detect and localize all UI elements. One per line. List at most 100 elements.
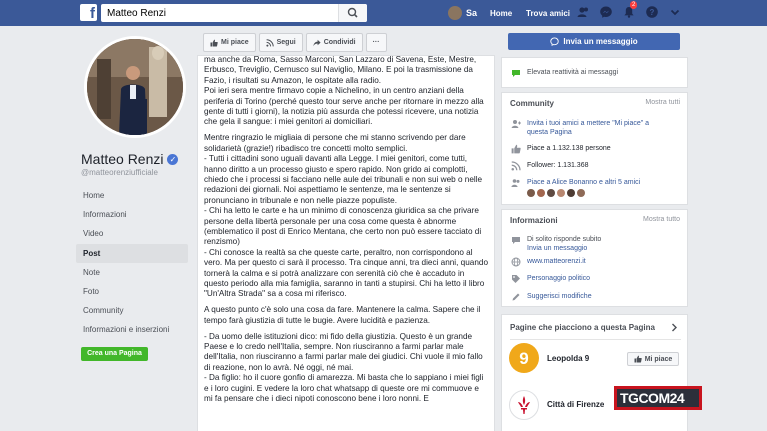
- leopolda-logo[interactable]: 9: [509, 343, 539, 373]
- website-link[interactable]: www.matteorenzi.it: [527, 257, 586, 266]
- share-button[interactable]: Condividi: [305, 33, 363, 52]
- invite-friends-link[interactable]: Invita i tuoi amici a mettere "Mi piace"…: [527, 119, 671, 137]
- info-send-message-link[interactable]: Invia un messaggio: [527, 244, 601, 253]
- tag-icon: [512, 275, 520, 283]
- like-page-button[interactable]: Mi piace: [203, 33, 256, 52]
- search-input[interactable]: [101, 4, 337, 22]
- chevron-down-icon[interactable]: [668, 5, 682, 19]
- notifications-button[interactable]: 2: [622, 1, 638, 19]
- like-page-label: Mi piace: [221, 39, 249, 46]
- liked-page-name[interactable]: Leopolda 9: [547, 354, 589, 363]
- user-name: Sa: [466, 8, 478, 18]
- rss-icon: [266, 38, 274, 47]
- page-handle[interactable]: @matteorenziufficiale: [81, 168, 158, 177]
- avatar[interactable]: [567, 189, 575, 197]
- facebook-logo-icon[interactable]: f: [80, 4, 97, 22]
- info-title: Informazioni: [510, 216, 558, 225]
- followers-count-text: Follower: 1.131.368: [527, 162, 589, 169]
- response-time-text: Di solito risponde subito: [527, 236, 602, 243]
- liked-pages-title: Pagine che piacciono a questa Pagina: [510, 323, 655, 332]
- profile-photo: [87, 39, 183, 135]
- page-name[interactable]: Matteo Renzi ✓: [81, 151, 179, 167]
- send-message-button[interactable]: Invia un messaggio: [508, 33, 680, 50]
- globe-icon: [511, 257, 521, 267]
- share-icon: [313, 39, 321, 46]
- network-watermark: MEDIASET: [637, 378, 671, 384]
- chat-bubble-icon: [512, 237, 520, 244]
- friend-requests-icon[interactable]: [576, 5, 590, 19]
- nav-item-home[interactable]: Home: [76, 186, 188, 205]
- avatar[interactable]: [577, 189, 585, 197]
- create-page-button[interactable]: Crea una Pagina: [81, 347, 148, 361]
- top-navigation-bar: f Sa Home Trova amici 2 ?: [0, 0, 767, 26]
- post-paragraph: Mentre ringrazio le migliaia di persone …: [204, 133, 488, 299]
- divider: [510, 339, 681, 340]
- category-link[interactable]: Personaggio politico: [527, 274, 590, 283]
- chat-bubble-icon: [512, 70, 520, 77]
- friend-avatars: [527, 189, 640, 197]
- page-navigation: Home Informazioni Video Post Note Foto C…: [76, 186, 188, 340]
- post-paragraph: - Da uomo delle istituzioni dico: mi fid…: [204, 331, 484, 404]
- liked-page-name[interactable]: Città di Firenze: [547, 400, 604, 409]
- chevron-right-icon[interactable]: [671, 323, 678, 332]
- more-options-button[interactable]: ···: [365, 33, 387, 52]
- post-paragraph: A questo punto c'è solo una cosa da fare…: [204, 305, 481, 325]
- suggest-edits-link[interactable]: Suggerisci modifiche: [527, 292, 592, 301]
- home-link[interactable]: Home: [490, 9, 512, 18]
- info-card: Informazioni Mostra tutto Di solito risp…: [501, 209, 688, 307]
- firenze-logo[interactable]: [509, 390, 539, 420]
- verified-badge-icon: ✓: [167, 153, 179, 165]
- notification-badge: 2: [630, 1, 638, 9]
- page-name-text: Matteo Renzi: [81, 151, 164, 167]
- post-body: ma anche da Roma, Sasso Marconi, San Laz…: [198, 55, 494, 405]
- friends-who-like-link[interactable]: Piace a Alice Bonanno e altri 5 amici: [527, 179, 640, 186]
- nav-item-posts[interactable]: Post: [76, 243, 188, 263]
- nav-item-videos[interactable]: Video: [76, 224, 188, 243]
- search-button[interactable]: [338, 4, 367, 22]
- nav-item-notes[interactable]: Note: [76, 263, 188, 282]
- send-message-label: Invia un messaggio: [563, 37, 638, 46]
- community-see-all-link[interactable]: Mostra tutti: [645, 99, 680, 106]
- follow-label: Segui: [276, 39, 296, 46]
- thumbs-up-icon: [511, 144, 521, 154]
- broadcaster-logo: TGCOM24: [614, 386, 702, 410]
- pencil-icon: [512, 293, 520, 301]
- profile-picture[interactable]: [84, 36, 186, 138]
- help-icon[interactable]: ?: [645, 5, 659, 19]
- nav-item-info-ads[interactable]: Informazioni e inserzioni: [76, 320, 188, 339]
- likes-count-text: Piace a 1.132.138 persone: [527, 145, 611, 152]
- share-label: Condividi: [323, 39, 356, 46]
- nav-item-community[interactable]: Community: [76, 301, 188, 320]
- fleur-de-lis-icon: [518, 396, 530, 414]
- svg-text:?: ?: [650, 8, 655, 17]
- broadcaster-name: TGCOM24: [620, 390, 685, 406]
- avatar: [448, 6, 462, 20]
- add-friend-icon: [511, 120, 521, 128]
- profile-link[interactable]: Sa: [448, 5, 477, 21]
- community-card: Community Mostra tutti Invita i tuoi ami…: [501, 92, 688, 205]
- community-title: Community: [510, 99, 554, 108]
- friends-icon: [511, 179, 520, 187]
- nav-item-about[interactable]: Informazioni: [76, 205, 188, 224]
- search-box: [101, 4, 367, 22]
- post-paragraph: ma anche da Roma, Sasso Marconi, San Laz…: [204, 55, 484, 127]
- leopolda-9-icon: 9: [519, 349, 528, 368]
- avatar[interactable]: [557, 189, 565, 197]
- avatar[interactable]: [527, 189, 535, 197]
- search-icon: [347, 7, 358, 18]
- info-see-all-link[interactable]: Mostra tutto: [643, 216, 680, 223]
- nav-item-photos[interactable]: Foto: [76, 282, 188, 301]
- thumbs-up-icon: [210, 39, 218, 46]
- page-action-bar: Mi piace Segui Condividi ···: [203, 33, 387, 52]
- like-page-label: Mi piace: [644, 355, 673, 363]
- rss-icon: [511, 161, 521, 171]
- messenger-icon[interactable]: [599, 5, 613, 19]
- like-page-button[interactable]: Mi piace: [627, 352, 679, 366]
- responsiveness-card: Elevata reattività ai messaggi: [501, 57, 688, 88]
- svg-text:9: 9: [519, 349, 528, 368]
- avatar[interactable]: [537, 189, 545, 197]
- find-friends-link[interactable]: Trova amici: [526, 9, 570, 18]
- avatar[interactable]: [547, 189, 555, 197]
- follow-button[interactable]: Segui: [258, 33, 303, 52]
- thumbs-up-icon: [634, 355, 642, 363]
